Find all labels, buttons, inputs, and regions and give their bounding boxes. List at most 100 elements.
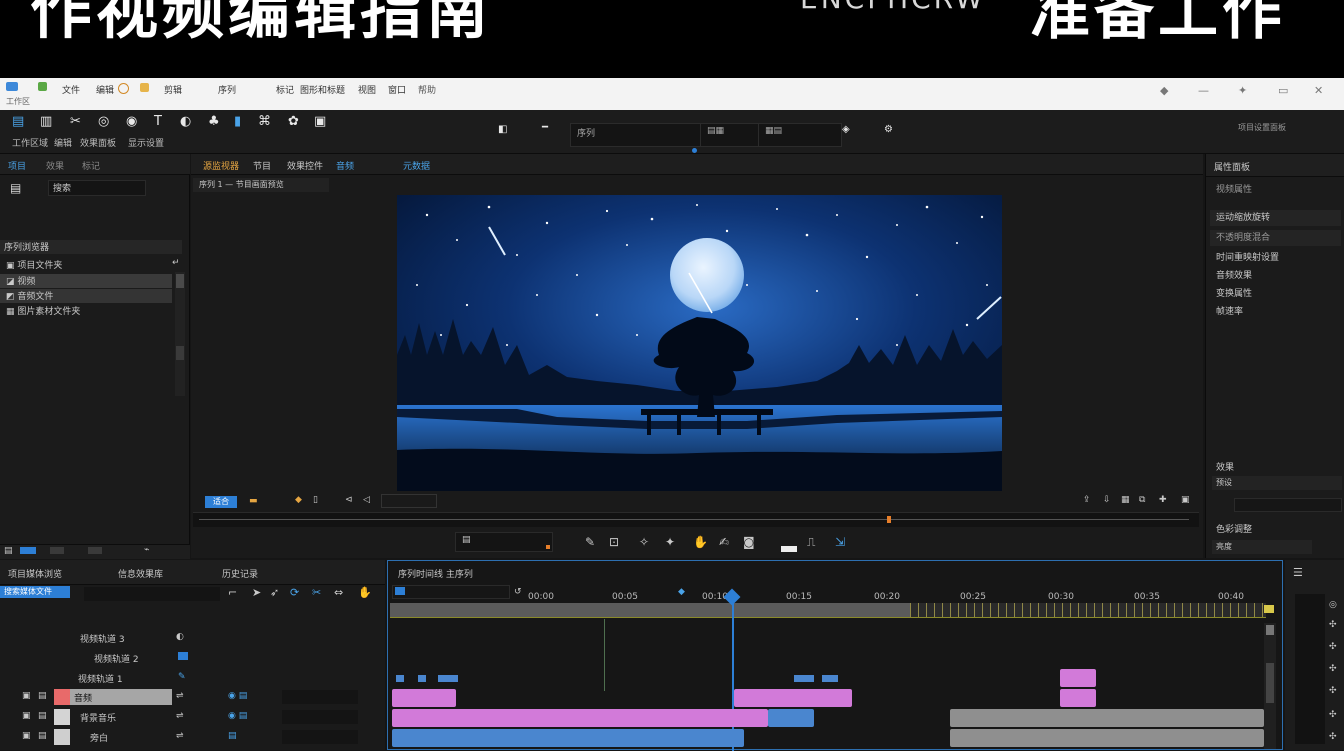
track-target-icon[interactable] xyxy=(178,652,188,660)
playhead-marker[interactable] xyxy=(887,516,891,523)
overwrite-icon[interactable]: ✦ xyxy=(665,535,675,549)
property-row[interactable]: 音频效果 xyxy=(1210,268,1341,284)
monitor-tab-effects[interactable]: 效果控件 xyxy=(287,159,323,172)
grid-view-toggle[interactable] xyxy=(50,547,64,554)
timecode-field[interactable] xyxy=(381,494,437,508)
display-field[interactable]: ▦▤ xyxy=(758,123,842,147)
scrollbar[interactable] xyxy=(175,272,185,396)
clip-marker[interactable] xyxy=(794,675,814,682)
menu-window[interactable]: 窗口 xyxy=(388,83,406,96)
razor-icon[interactable]: ✂ xyxy=(70,114,81,129)
mute-icon[interactable]: ▤ xyxy=(38,691,47,701)
new-item-icon[interactable]: ⌁ xyxy=(144,545,149,555)
clip-icon[interactable] xyxy=(118,83,129,94)
track-solo-icon[interactable]: ⇌ xyxy=(176,711,184,721)
scrubber-bar[interactable] xyxy=(193,512,1199,527)
hand-icon[interactable]: ✋ xyxy=(693,535,708,549)
pen-tool-icon[interactable]: ⌐ xyxy=(228,586,237,599)
mark-out-icon[interactable]: ▯ xyxy=(313,495,318,505)
track-header[interactable]: ▣ ▤ 背景音乐 ⇌ ◉ ▤ xyxy=(0,708,385,728)
quality-icon[interactable]: ▬ xyxy=(249,496,258,506)
track-header[interactable]: 视频轨道 2 xyxy=(0,650,385,670)
enter-icon[interactable]: ↵ xyxy=(172,258,180,268)
track-eye-icon[interactable]: ▤ xyxy=(228,731,237,741)
audio-clip-blue[interactable] xyxy=(768,709,814,727)
menu-view[interactable]: 视图 xyxy=(358,83,376,96)
select-tool-icon[interactable]: ➤ xyxy=(252,586,261,599)
effects-icon[interactable]: ◎ xyxy=(98,114,109,129)
export-icon[interactable]: ⇲ xyxy=(835,535,845,549)
track-eye-icon[interactable]: ◉ ▤ xyxy=(228,691,247,701)
playhead[interactable] xyxy=(732,593,734,751)
marker-icon[interactable]: ▮ xyxy=(234,114,241,129)
tab-effects[interactable]: 效果 xyxy=(46,159,64,172)
lock-icon[interactable]: ▣ xyxy=(22,731,31,741)
track-solo-icon[interactable]: ⇌ xyxy=(176,731,184,741)
track-header[interactable]: ▣ ▤ 旁白 ⇌ ▤ xyxy=(0,728,385,748)
minimize-icon[interactable]: — xyxy=(1198,84,1209,97)
marker-icon[interactable]: ◆ xyxy=(678,587,685,597)
go-in-icon[interactable]: ⊲ xyxy=(345,495,353,505)
pen-icon[interactable]: ✎ xyxy=(585,535,595,549)
tab-info[interactable]: 信息效果库 xyxy=(118,567,163,580)
hand-tool-icon[interactable]: ✋ xyxy=(358,586,372,599)
track-select-icon[interactable]: ➶ xyxy=(270,586,279,599)
folder-icon[interactable]: ▤ xyxy=(10,181,21,195)
sequence-field[interactable]: 序列 xyxy=(570,123,709,147)
sequence-icon[interactable] xyxy=(140,83,149,92)
razor-tool-icon[interactable]: ✂ xyxy=(312,586,321,599)
insert-icon[interactable]: ✧ xyxy=(639,535,649,549)
menu-icon[interactable]: ☰ xyxy=(1293,566,1303,579)
meter-icon[interactable]: ◎ xyxy=(1329,600,1337,610)
track-selected-bar[interactable] xyxy=(54,689,172,705)
trim-icon[interactable]: ━ xyxy=(542,122,548,133)
property-row[interactable]: 变换属性 xyxy=(1210,286,1341,302)
effects-slider[interactable] xyxy=(1234,498,1342,512)
clip-marker[interactable] xyxy=(396,675,404,682)
safe-margin-toggle[interactable] xyxy=(781,546,797,552)
track-header[interactable]: ▣ ▤ 音频 ⇌ ◉ ▤ xyxy=(0,688,385,708)
export-icon[interactable]: ▥ xyxy=(40,114,52,129)
export-frame-icon[interactable]: ▦ xyxy=(1121,495,1130,505)
music-clip[interactable] xyxy=(950,709,1264,727)
timecode-display[interactable]: ▤ xyxy=(455,532,553,552)
pin-icon[interactable]: ◆ xyxy=(1160,84,1168,97)
slip-icon[interactable]: ⇔ xyxy=(334,586,343,599)
monitor-tab-source[interactable]: 源监视器 xyxy=(203,159,239,172)
fit-button[interactable]: 适合 xyxy=(205,496,237,508)
back-icon[interactable]: ◧ xyxy=(498,124,507,135)
clip-marker[interactable] xyxy=(438,675,458,682)
snap-toggle-icon[interactable]: ↺ xyxy=(514,587,522,597)
track-header[interactable]: 视频轨道 1 ✎ xyxy=(0,670,385,690)
tab-history[interactable]: 历史记录 xyxy=(222,567,258,580)
meter-icon[interactable]: ✣ xyxy=(1329,686,1337,696)
audio-clip[interactable] xyxy=(392,709,768,727)
track-volume[interactable] xyxy=(282,690,358,704)
maximize-icon[interactable]: ▭ xyxy=(1278,84,1288,97)
meter-icon[interactable]: ✣ xyxy=(1329,642,1337,652)
track-volume[interactable] xyxy=(282,710,358,724)
timeline-scrollbar[interactable] xyxy=(1264,623,1276,749)
clip-marker[interactable] xyxy=(418,675,426,682)
link-icon[interactable]: ⌘ xyxy=(258,114,271,129)
button-editor-icon[interactable]: ✚ xyxy=(1159,495,1167,505)
search-media-input[interactable]: 搜索媒体文件 xyxy=(0,586,70,598)
render-icon[interactable]: ♣ xyxy=(208,114,220,129)
view-toggle[interactable] xyxy=(20,547,36,554)
mute-icon[interactable]: ▤ xyxy=(38,711,47,721)
compare-icon[interactable]: ⧉ xyxy=(1139,495,1145,505)
list-item[interactable]: ◩ 音频文件 xyxy=(0,289,172,303)
search-field[interactable] xyxy=(84,587,220,601)
property-row[interactable]: 不透明度混合 xyxy=(1210,230,1341,246)
meter-icon[interactable]: ✣ xyxy=(1329,710,1337,720)
effects-preset-field[interactable]: 预设 xyxy=(1212,476,1342,490)
track-eye-icon[interactable]: ◉ ▤ xyxy=(228,711,247,721)
sync-lock-icon[interactable]: ✎ xyxy=(178,672,186,682)
speed-icon[interactable]: ✍ xyxy=(719,535,729,549)
step-back-icon[interactable]: ◁ xyxy=(363,495,370,505)
meter-icon[interactable]: ✣ xyxy=(1329,664,1337,674)
crop-icon[interactable]: ⊡ xyxy=(609,535,619,549)
meter-icon[interactable]: ✣ xyxy=(1329,620,1337,630)
camera-capture-icon[interactable]: ◙ xyxy=(743,535,755,549)
track-header[interactable]: 视频轨道 3 ◐ xyxy=(0,630,385,650)
